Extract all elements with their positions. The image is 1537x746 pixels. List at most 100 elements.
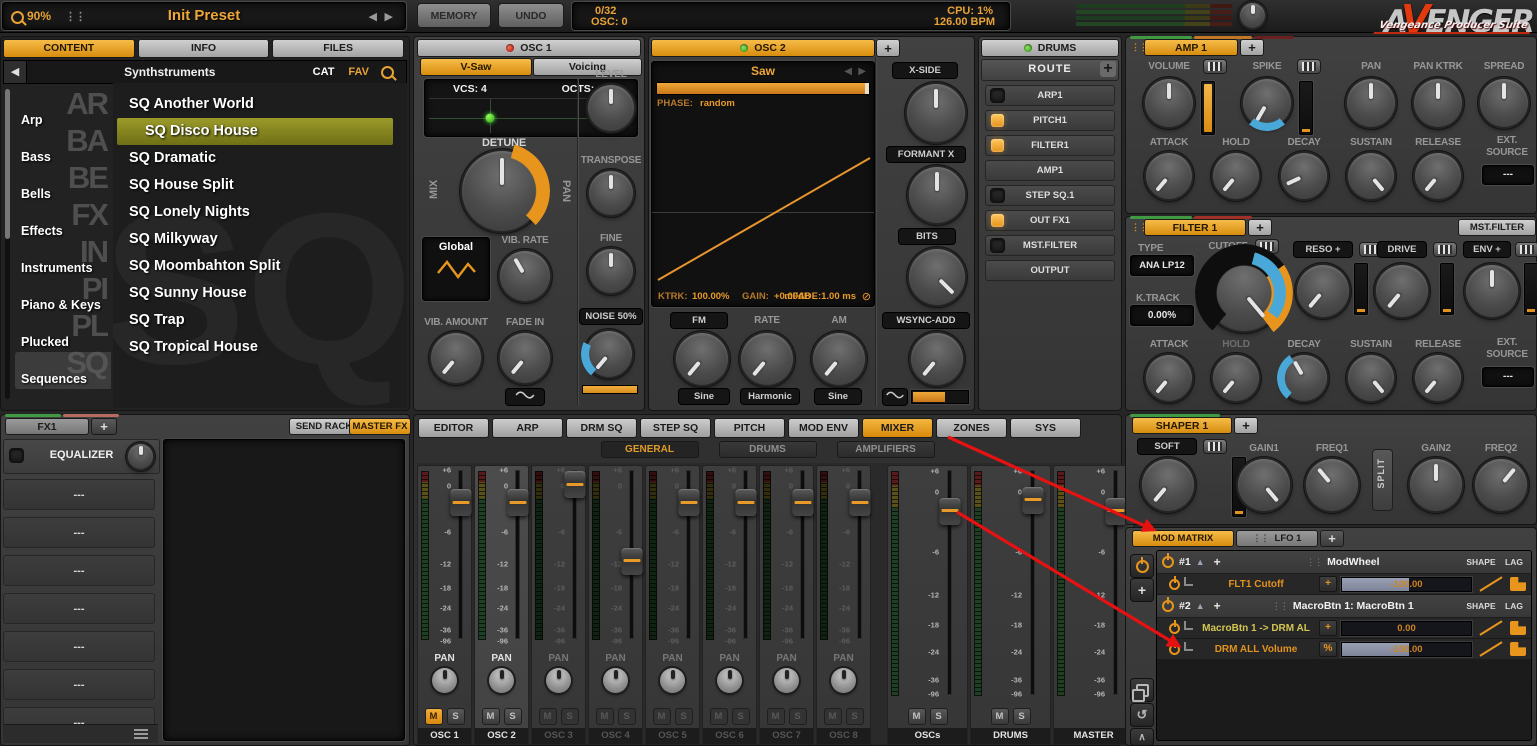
fade-in-knob[interactable] — [500, 333, 550, 383]
freq1-knob[interactable] — [1306, 459, 1358, 511]
browser-tab-files[interactable]: FILES — [272, 39, 405, 58]
preset-item[interactable]: SQ Disco House — [117, 118, 393, 145]
cutoff-midi-icon[interactable] — [1256, 240, 1278, 253]
mod-mode-button[interactable]: + — [1319, 620, 1337, 636]
route-item-mst-filter[interactable]: MST.FILTER — [985, 235, 1115, 256]
mixer-tab-drm-sq[interactable]: DRM SQ — [566, 418, 637, 438]
mod-source[interactable]: MacroBtn 1: MacroBtn 1 — [1293, 600, 1414, 612]
category-sequences[interactable]: SQ Sequences — [15, 345, 111, 389]
mod-target[interactable]: DRM ALL Volume — [1197, 644, 1315, 655]
spike-midi-icon[interactable] — [1298, 60, 1320, 73]
am-knob[interactable] — [813, 333, 865, 385]
preset-item[interactable]: SQ Dramatic — [117, 145, 407, 172]
amp-ext-source[interactable]: --- — [1482, 165, 1534, 185]
filter-type-select[interactable]: ANA LP12 — [1130, 255, 1194, 276]
mod-source[interactable]: ModWheel — [1327, 556, 1380, 568]
mixer-tab-editor[interactable]: EDITOR — [418, 418, 489, 438]
wsync-amount-bar[interactable] — [911, 390, 969, 404]
drive-mod-bar[interactable] — [1440, 263, 1454, 315]
fx-slot-empty[interactable]: --- — [3, 517, 155, 548]
route-checkbox[interactable] — [991, 139, 1004, 152]
mixer-subtab-general[interactable]: GENERAL — [600, 441, 699, 458]
volume-midi-icon[interactable] — [1204, 60, 1226, 73]
browser-tab-content[interactable]: CONTENT — [3, 39, 135, 58]
route-item-pitch1[interactable]: PITCH1 — [985, 110, 1115, 131]
ktrk-value[interactable]: 100.00% — [692, 291, 730, 302]
drums-led[interactable] — [1023, 44, 1032, 52]
solo-button[interactable]: S — [1012, 707, 1031, 725]
shape-icon[interactable] — [1476, 642, 1506, 657]
mod-mode-button[interactable]: + — [1319, 576, 1337, 592]
lag-icon[interactable] — [1510, 577, 1526, 591]
detune-knob[interactable] — [454, 143, 550, 239]
fav-toggle[interactable]: FAV — [348, 66, 369, 78]
preset-item[interactable]: SQ Another World — [117, 91, 407, 118]
route-item-amp1[interactable]: AMP1 — [985, 160, 1115, 181]
volume-fader[interactable] — [450, 471, 471, 638]
wsync-label[interactable]: WSYNC-ADD — [883, 313, 969, 328]
collapse-icon[interactable]: ▲ — [1196, 601, 1205, 611]
solo-button[interactable]: S — [617, 707, 636, 725]
global-vibrato-box[interactable]: Global — [422, 237, 490, 301]
gain2-knob[interactable] — [1410, 459, 1462, 511]
wave-display[interactable]: Saw ◀ ▶ PHASE: random KTRK: 100.00% GAIN… — [651, 61, 875, 307]
wsync-wave-select[interactable] — [883, 389, 907, 405]
collapse-icon[interactable]: ▲ — [1196, 557, 1205, 567]
mod-mode-button[interactable]: % — [1319, 641, 1337, 657]
volume-fader[interactable] — [564, 471, 585, 638]
volume-fader[interactable] — [939, 471, 960, 694]
volume-knob[interactable] — [1145, 79, 1193, 127]
split-button[interactable]: SPLIT — [1372, 449, 1393, 511]
collapse-button[interactable]: ∧ — [1130, 728, 1154, 746]
bits-label[interactable]: BITS — [899, 229, 955, 244]
mod-target[interactable]: MacroBtn 1 -> DRM AL — [1197, 623, 1315, 634]
flt-attack-knob[interactable] — [1146, 355, 1192, 401]
pan-knob[interactable] — [831, 668, 856, 693]
mute-button[interactable]: M — [424, 707, 443, 725]
mod-slot-header[interactable]: #2 ▲ + ⋮⋮ MacroBtn 1: MacroBtn 1 SHAPE L… — [1157, 595, 1531, 618]
mixer-tab-sys[interactable]: SYS — [1010, 418, 1081, 438]
vsaw-tab[interactable]: V-Saw — [420, 58, 532, 76]
fader-handle[interactable] — [939, 497, 960, 525]
fx1-tab[interactable]: FX1 — [5, 418, 89, 435]
pan-knob[interactable] — [546, 668, 571, 693]
cat-toggle[interactable]: CAT — [313, 66, 335, 78]
mute-button[interactable]: M — [538, 707, 557, 725]
route-item-step-sq-1[interactable]: STEP SQ.1 — [985, 185, 1115, 206]
fade-wave-select[interactable] — [506, 389, 544, 405]
mixer-tab-mixer[interactable]: MIXER — [862, 418, 933, 438]
solo-button[interactable]: S — [446, 707, 465, 725]
lfo1-tab[interactable]: ⋮⋮ LFO 1 — [1236, 530, 1318, 547]
pan-knob[interactable] — [489, 668, 514, 693]
volume-mod-bar[interactable] — [1201, 81, 1215, 135]
solo-button[interactable]: S — [788, 707, 807, 725]
route-checkbox[interactable] — [991, 189, 1004, 202]
osc2-led[interactable] — [740, 44, 749, 52]
route-checkbox[interactable] — [991, 214, 1004, 227]
shape-icon[interactable] — [1476, 577, 1506, 592]
env-mod-bar[interactable] — [1524, 263, 1537, 315]
mute-button[interactable]: M — [766, 707, 785, 725]
preset-item[interactable]: SQ Tropical House — [117, 334, 407, 361]
mod-matrix-tab[interactable]: MOD MATRIX — [1132, 530, 1234, 547]
noise-amount-bar[interactable] — [582, 385, 638, 394]
filter-tab[interactable]: FILTER 1 — [1144, 219, 1246, 236]
mixer-subtab-drums[interactable]: DRUMS — [718, 441, 817, 458]
amp-decay-knob[interactable] — [1281, 153, 1327, 199]
fx-add-tab[interactable]: + — [91, 418, 117, 435]
preset-item[interactable]: SQ Trap — [117, 307, 407, 334]
duplicate-button[interactable] — [1130, 678, 1154, 702]
mixer-tab-pitch[interactable]: PITCH — [714, 418, 785, 438]
spike-mod-bar[interactable] — [1299, 81, 1313, 135]
fader-handle[interactable] — [678, 489, 699, 517]
prev-preset-icon[interactable]: ◀ — [369, 10, 377, 23]
amp-tab[interactable]: AMP 1 — [1144, 39, 1238, 56]
master-fx-button[interactable]: MASTER FX — [349, 418, 411, 435]
route-item-arp1[interactable]: ARP1 — [985, 85, 1115, 106]
route-item-output[interactable]: OUTPUT — [985, 260, 1115, 281]
flt-ext-source[interactable]: --- — [1482, 367, 1534, 387]
mute-button[interactable]: M — [481, 707, 500, 725]
voicing-dot[interactable] — [485, 113, 495, 123]
route-checkbox[interactable] — [991, 239, 1004, 252]
level-knob[interactable] — [588, 85, 634, 131]
